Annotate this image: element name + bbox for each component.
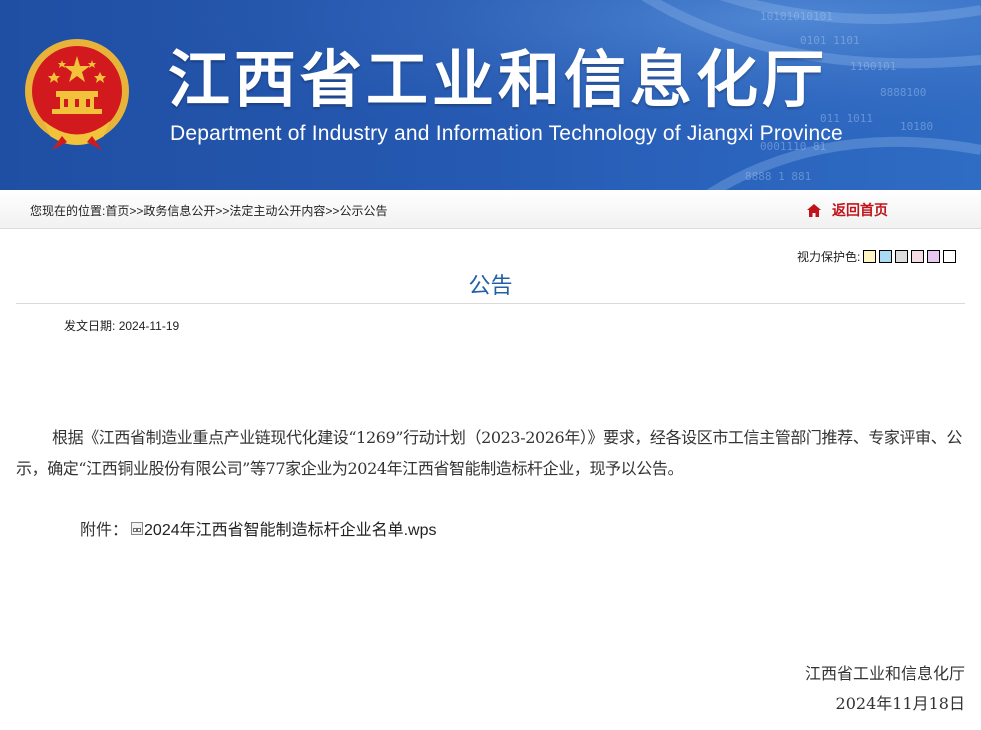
color-swatch-gray[interactable]: [895, 250, 909, 263]
signature-org: 江西省工业和信息化厅: [804, 664, 965, 683]
svg-text:10101010101: 10101010101: [760, 10, 833, 23]
svg-text:10180: 10180: [900, 120, 933, 133]
title-divider: [16, 303, 965, 304]
signature-date: 2024年11月18日: [835, 694, 965, 713]
color-swatch-pink[interactable]: [911, 250, 925, 263]
color-swatch-white[interactable]: [943, 250, 957, 263]
site-title-chinese: 江西省工业和信息化厅: [168, 43, 829, 116]
home-icon: [807, 203, 821, 217]
breadcrumb-item-home[interactable]: 首页: [105, 204, 129, 218]
publish-date-value: 2024-11-19: [118, 319, 180, 333]
color-swatch-blue[interactable]: [879, 250, 893, 263]
color-swatch-yellow[interactable]: [863, 250, 877, 263]
attachment-row: 附件： 2024年江西省智能制造标杆企业名单.wps: [80, 516, 437, 540]
breadcrumb-item-notices[interactable]: 公示公告: [339, 204, 387, 218]
wps-file-icon: [131, 521, 144, 535]
vision-protection-label: 视力保护色:: [797, 250, 861, 264]
breadcrumb-item-statutory[interactable]: 法定主动公开内容: [229, 204, 325, 218]
color-swatch-purple[interactable]: [927, 250, 941, 263]
article-title: 公告: [468, 273, 513, 298]
breadcrumb-separator: >>: [215, 204, 230, 218]
return-home-label: 返回首页: [832, 202, 888, 218]
breadcrumb-bar: 您现在的位置:首页>>政务信息公开>>法定主动公开内容>>公示公告 返回首页: [0, 190, 981, 229]
svg-text:8888 1 881: 8888 1 881: [745, 170, 811, 183]
header-banner: 10101010101 0101 1101 1100101 8888100 01…: [0, 0, 981, 190]
attachment-label: 附件：: [80, 520, 129, 539]
publish-date-label: 发文日期:: [64, 319, 116, 333]
svg-text:8888100: 8888100: [880, 86, 926, 99]
vision-protection-picker: 视力保护色:: [797, 248, 957, 265]
svg-text:1100101: 1100101: [850, 60, 896, 73]
breadcrumb-separator: >>: [325, 204, 340, 218]
site-title-english: Department of Industry and Information T…: [170, 122, 843, 145]
breadcrumb-separator: >>: [129, 204, 144, 218]
breadcrumb-prefix: 您现在的位置:: [30, 204, 106, 218]
publish-date: 发文日期: 2024-11-19: [64, 317, 179, 334]
return-home-link[interactable]: 返回首页: [806, 200, 888, 220]
breadcrumb: 您现在的位置:首页>>政务信息公开>>法定主动公开内容>>公示公告: [30, 202, 387, 219]
national-emblem-icon: [25, 39, 129, 150]
article-body: 根据《江西省制造业重点产业链现代化建设“1269”行动计划（2023-2026年…: [16, 428, 962, 478]
signature-block: 江西省工业和信息化厅 2024年11月18日: [805, 659, 965, 719]
breadcrumb-item-gov-info[interactable]: 政务信息公开: [143, 204, 215, 218]
attachment-link[interactable]: 2024年江西省智能制造标杆企业名单.wps: [144, 516, 437, 540]
